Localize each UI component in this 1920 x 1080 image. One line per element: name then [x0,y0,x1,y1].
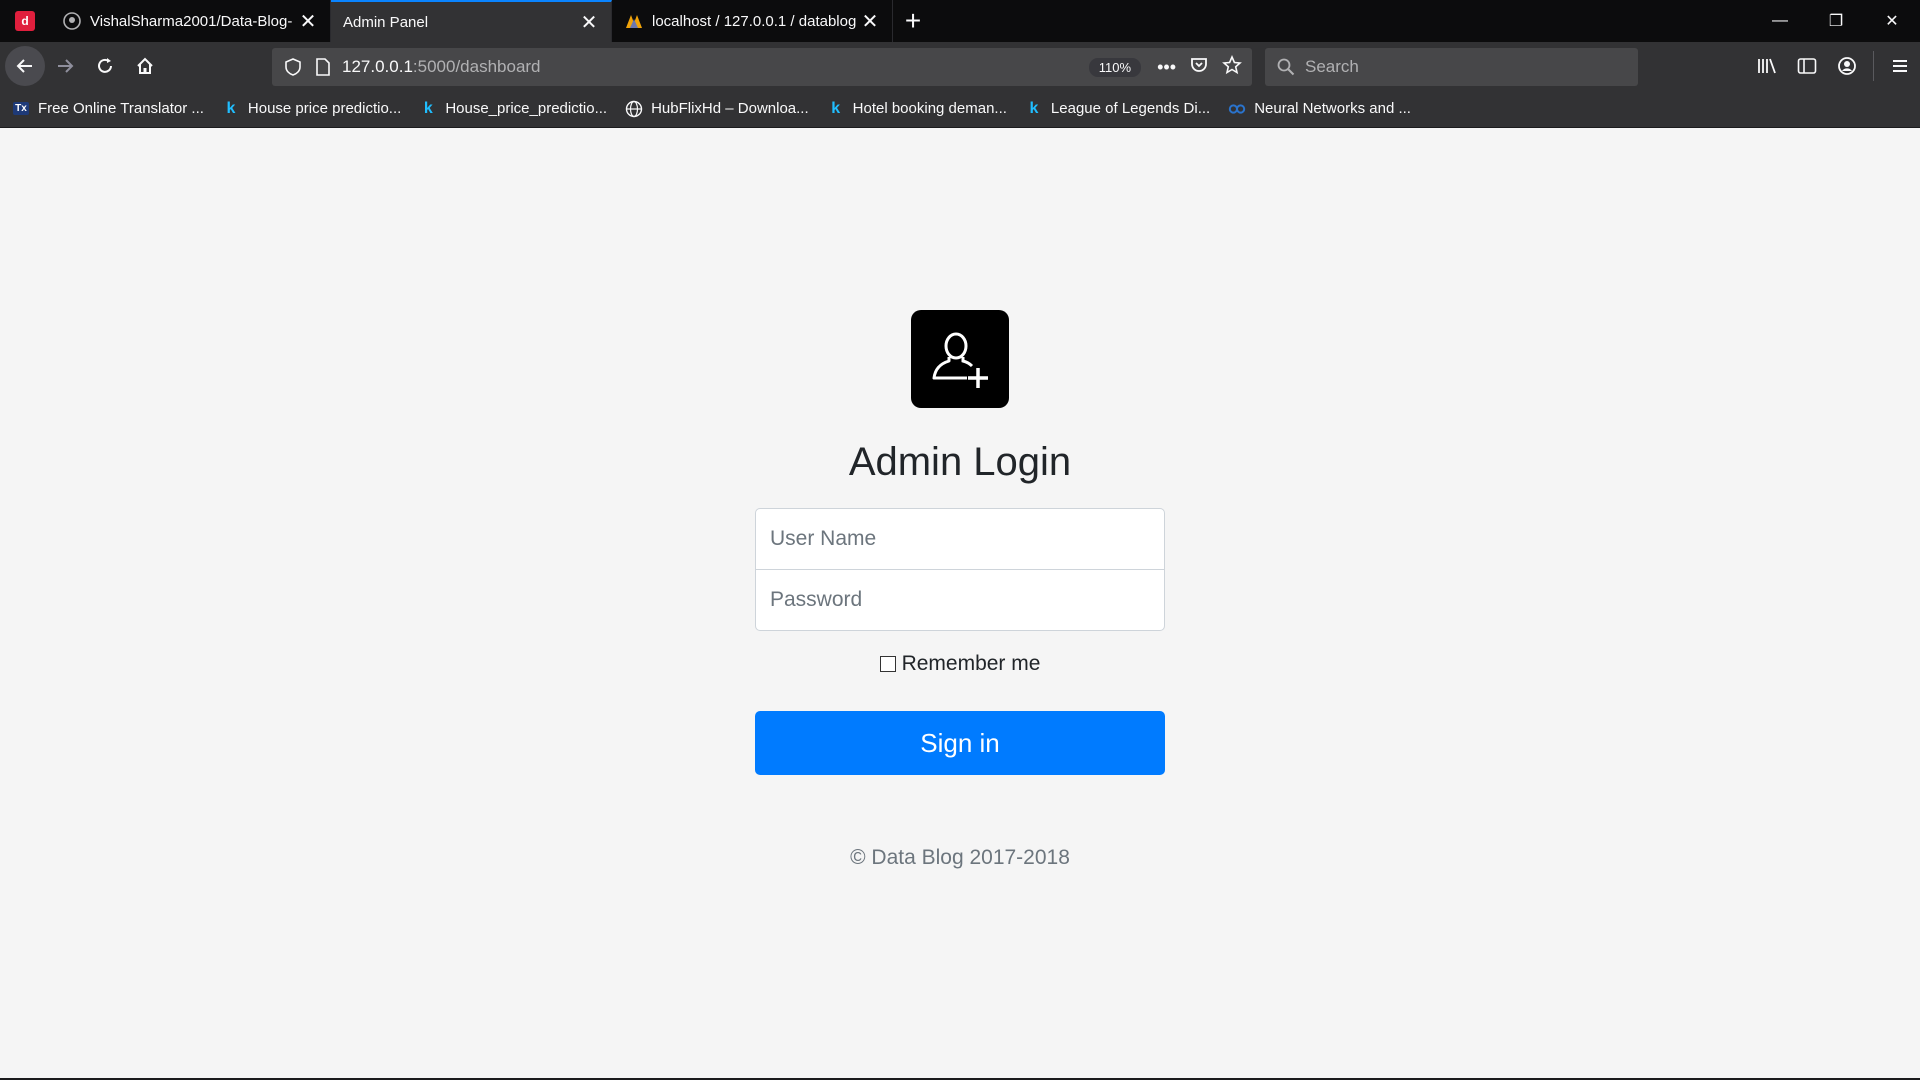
bookmark-item[interactable]: Neural Networks and ... [1228,100,1411,118]
restore-icon[interactable]: ❐ [1808,0,1864,42]
sidebar-toggle-icon[interactable] [1787,46,1827,86]
bookmark-label: League of Legends Di... [1050,100,1211,117]
search-placeholder: Search [1305,57,1359,76]
bookmark-item[interactable]: HubFlixHd – Downloa... [625,100,809,118]
bookmark-label: Hotel booking deman... [852,100,1007,117]
remember-me[interactable]: Remember me [755,652,1165,676]
bookmark-label: House_price_predictio... [445,100,608,117]
globe-icon [625,100,643,118]
password-input[interactable] [755,569,1165,631]
kaggle-icon: k [1029,99,1039,117]
tab-phpmyadmin[interactable]: localhost / 127.0.0.1 / datablog ✕ [612,0,893,42]
tab-github[interactable]: VishalSharma2001/Data-Blog- ✕ [50,0,331,42]
username-input[interactable] [755,508,1165,570]
app-menu-icon[interactable]: d [0,0,50,42]
window-controls: — ❐ ✕ [1752,0,1920,42]
phpmyadmin-icon [624,11,644,31]
copyright-text: © Data Blog 2017-2018 [850,846,1070,869]
kaggle-icon: k [831,99,841,117]
back-arrow-icon [16,59,32,73]
search-bar[interactable]: Search [1265,48,1638,86]
navigation-toolbar: 127.0.0.1:5000/dashboard 110% ••• Search [0,42,1920,90]
tab-title: Admin Panel [343,13,429,31]
sign-in-button[interactable]: Sign in [755,711,1165,775]
account-icon[interactable] [1827,46,1867,86]
tx-icon: Tx [13,102,29,115]
hamburger-menu-icon[interactable] [1880,46,1920,86]
url-host: 127.0.0.1 [342,57,413,76]
bookmark-item[interactable]: k House_price_predictio... [419,100,607,118]
page-actions-icon[interactable]: ••• [1157,57,1176,78]
github-icon [62,11,82,31]
search-icon [1275,56,1297,78]
kaggle-icon: k [226,99,236,117]
bookmark-item[interactable]: Tx Free Online Translator ... [12,100,204,118]
bookmark-label: House price predictio... [247,100,402,117]
bookmarks-toolbar: Tx Free Online Translator ... k House pr… [0,90,1920,128]
bookmark-item[interactable]: k Hotel booking deman... [827,100,1007,118]
back-button[interactable] [5,46,45,86]
home-button[interactable] [125,46,165,86]
url-text: 127.0.0.1:5000/dashboard [342,57,1089,77]
login-title: Admin Login [848,440,1072,484]
close-window-icon[interactable]: ✕ [1864,0,1920,42]
shield-icon[interactable] [282,56,304,78]
page-info-icon[interactable] [312,56,334,78]
tab-bar: d VishalSharma2001/Data-Blog- ✕ Admin Pa… [0,0,1920,42]
kaggle-icon: k [423,99,433,117]
remember-me-label: Remember me [901,652,1041,675]
address-bar[interactable]: 127.0.0.1:5000/dashboard 110% ••• [272,48,1252,86]
reload-icon [98,58,112,73]
library-icon[interactable] [1747,46,1787,86]
add-user-icon [911,310,1009,408]
bookmark-label: HubFlixHd – Downloa... [651,100,809,117]
tab-title: localhost / 127.0.0.1 / datablog [652,12,857,30]
close-tab-icon[interactable]: ✕ [296,9,320,33]
bookmark-label: Free Online Translator ... [38,100,204,117]
bookmark-item[interactable]: k League of Legends Di... [1025,100,1210,118]
new-tab-button[interactable]: + [893,0,933,42]
remember-me-checkbox[interactable] [879,656,896,672]
zoom-level-badge[interactable]: 110% [1088,57,1142,77]
bookmark-star-icon[interactable] [1222,54,1242,80]
home-icon [137,57,153,74]
minimize-icon[interactable]: — [1752,0,1808,42]
bookmark-item[interactable]: k House price predictio... [222,100,401,118]
coursera-icon [1228,100,1246,118]
toolbar-separator [1873,51,1874,81]
page-content: Admin Login Remember me Sign in © Data B… [0,128,1920,1080]
tab-admin-panel[interactable]: Admin Panel ✕ [331,0,612,42]
forward-button[interactable] [45,46,85,86]
url-path: :5000/dashboard [412,57,541,76]
pocket-icon[interactable] [1190,56,1208,79]
forward-arrow-icon [58,59,74,73]
reload-button[interactable] [85,46,125,86]
tab-title: VishalSharma2001/Data-Blog- [90,12,293,30]
close-tab-icon[interactable]: ✕ [858,9,882,33]
bookmark-label: Neural Networks and ... [1254,100,1411,117]
close-tab-icon[interactable]: ✕ [577,10,601,34]
